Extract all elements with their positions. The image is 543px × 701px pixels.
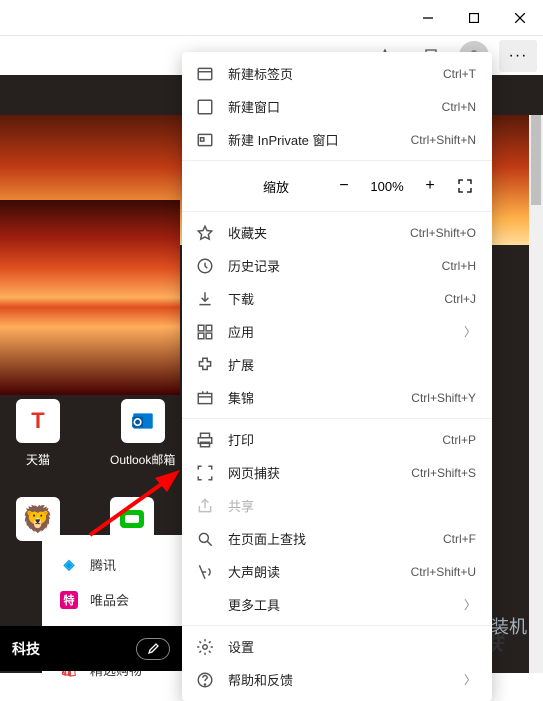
menu-web-capture[interactable]: 网页捕获 Ctrl+Shift+S — [182, 456, 492, 489]
outlook-icon — [121, 399, 165, 443]
edit-button[interactable] — [136, 638, 170, 660]
menu-settings[interactable]: 设置 — [182, 630, 492, 663]
menu-apps[interactable]: 应用 〉 — [182, 315, 492, 348]
menu-shortcut: Ctrl+N — [442, 100, 476, 114]
menu-label: 收藏夹 — [228, 223, 396, 242]
zoom-in-button[interactable]: + — [412, 171, 448, 201]
menu-extensions[interactable]: 扩展 — [182, 348, 492, 381]
menu-print[interactable]: 打印 Ctrl+P — [182, 423, 492, 456]
chevron-right-icon: 〉 — [464, 596, 476, 613]
menu-new-inprivate[interactable]: 新建 InPrivate 窗口 Ctrl+Shift+N — [182, 123, 492, 156]
menu-favorites[interactable]: 收藏夹 Ctrl+Shift+O — [182, 216, 492, 249]
settings-menu-button[interactable]: ··· — [499, 40, 537, 72]
menu-shortcut: Ctrl+P — [442, 433, 476, 447]
chevron-right-icon: 〉 — [464, 323, 476, 340]
new-tab-icon — [196, 65, 214, 83]
fullscreen-button[interactable] — [448, 171, 482, 201]
menu-shortcut: Ctrl+H — [442, 259, 476, 273]
history-icon — [196, 257, 214, 275]
gear-icon — [196, 638, 214, 656]
star-icon — [196, 224, 214, 242]
new-window-icon — [196, 98, 214, 116]
menu-new-tab[interactable]: 新建标签页 Ctrl+T — [182, 57, 492, 90]
menu-shortcut: Ctrl+Shift+S — [411, 466, 476, 480]
inprivate-icon — [196, 131, 214, 149]
menu-downloads[interactable]: 下载 Ctrl+J — [182, 282, 492, 315]
zoom-out-button[interactable]: − — [326, 171, 362, 201]
help-icon — [196, 671, 214, 689]
menu-shortcut: Ctrl+Shift+Y — [411, 391, 476, 405]
menu-share: 共享 — [182, 489, 492, 522]
menu-read-aloud[interactable]: 大声朗读 Ctrl+Shift+U — [182, 555, 492, 588]
download-icon — [196, 290, 214, 308]
zoom-value: 100% — [362, 179, 412, 194]
menu-shortcut: Ctrl+F — [443, 532, 476, 546]
scrollbar-thumb[interactable] — [531, 115, 541, 205]
settings-dropdown-menu: 新建标签页 Ctrl+T 新建窗口 Ctrl+N 新建 InPrivate 窗口… — [182, 52, 492, 701]
quick-tiles-row-1: T 天猫 Outlook邮箱 — [16, 399, 175, 468]
menu-label: 更多工具 — [228, 595, 450, 614]
zoom-label: 缩放 — [196, 177, 326, 196]
capture-icon — [196, 464, 214, 482]
extensions-icon — [196, 356, 214, 374]
print-icon — [196, 431, 214, 449]
tencent-icon: ◈ — [60, 556, 78, 574]
menu-new-window[interactable]: 新建窗口 Ctrl+N — [182, 90, 492, 123]
tile-tmall[interactable]: T 天猫 — [16, 399, 60, 468]
maximize-button[interactable] — [451, 0, 497, 35]
blank-icon — [196, 596, 214, 614]
menu-shortcut: Ctrl+Shift+N — [411, 133, 476, 147]
chevron-right-icon: 〉 — [464, 671, 476, 688]
menu-label: 网页捕获 — [228, 463, 397, 482]
collections-icon — [196, 389, 214, 407]
find-icon — [196, 530, 214, 548]
minimize-button[interactable] — [405, 0, 451, 35]
list-item-label: 唯品会 — [90, 590, 129, 609]
menu-label: 应用 — [228, 322, 450, 341]
menu-history[interactable]: 历史记录 Ctrl+H — [182, 249, 492, 282]
bottom-nav: 科技 — [0, 626, 182, 671]
menu-shortcut: Ctrl+Shift+O — [410, 226, 476, 240]
window-controls — [405, 0, 543, 35]
menu-label: 在页面上查找 — [228, 529, 429, 548]
menu-label: 扩展 — [228, 355, 476, 374]
hero-image — [0, 200, 180, 395]
menu-shortcut: Ctrl+T — [443, 67, 476, 81]
menu-zoom-row: 缩放 − 100% + — [182, 165, 492, 207]
vip-icon: 特 — [60, 591, 78, 609]
read-aloud-icon — [196, 563, 214, 581]
menu-label: 新建标签页 — [228, 64, 429, 83]
menu-label: 集锦 — [228, 388, 397, 407]
menu-label: 设置 — [228, 637, 476, 656]
list-item-label: 腾讯 — [90, 555, 116, 574]
menu-label: 下载 — [228, 289, 430, 308]
menu-label: 大声朗读 — [228, 562, 397, 581]
nav-tech-label[interactable]: 科技 — [12, 639, 40, 659]
menu-collections[interactable]: 集锦 Ctrl+Shift+Y — [182, 381, 492, 414]
tmall-icon: T — [16, 399, 60, 443]
menu-find[interactable]: 在页面上查找 Ctrl+F — [182, 522, 492, 555]
menu-more-tools[interactable]: 更多工具 〉 — [182, 588, 492, 621]
apps-icon — [196, 323, 214, 341]
menu-label: 打印 — [228, 430, 428, 449]
share-icon — [196, 497, 214, 515]
tile-outlook[interactable]: Outlook邮箱 — [110, 399, 175, 468]
menu-help[interactable]: 帮助和反馈 〉 — [182, 663, 492, 696]
tile-label: 天猫 — [26, 451, 50, 468]
close-button[interactable] — [497, 0, 543, 35]
menu-label: 共享 — [228, 496, 476, 515]
menu-label: 历史记录 — [228, 256, 428, 275]
menu-shortcut: Ctrl+Shift+U — [411, 565, 476, 579]
menu-label: 新建 InPrivate 窗口 — [228, 130, 397, 149]
menu-shortcut: Ctrl+J — [444, 292, 476, 306]
tile-label: Outlook邮箱 — [110, 451, 175, 468]
menu-label: 新建窗口 — [228, 97, 428, 116]
vertical-scrollbar[interactable] — [529, 115, 543, 673]
